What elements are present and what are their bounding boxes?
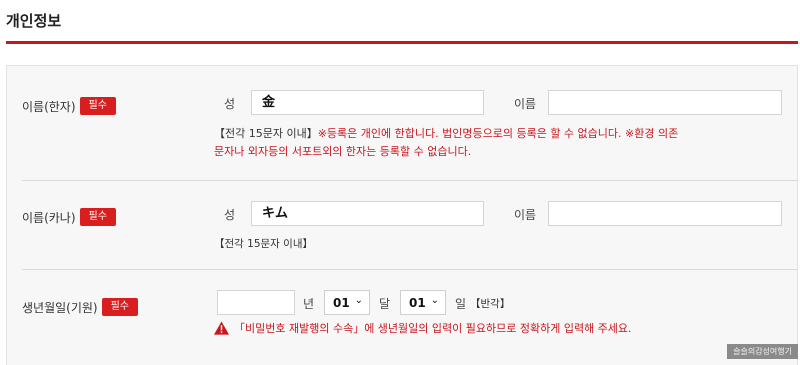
hanja-hint-warning-line2: 문자나 외자등의 서포트외의 한자는 등록할 수 없습니다. xyxy=(214,145,472,158)
hanja-given-label: 이름 xyxy=(514,97,537,111)
page-title: 개인정보 xyxy=(6,12,62,30)
birth-month-select[interactable]: 01 ⌄ xyxy=(324,290,370,315)
hanja-surname-input[interactable]: 金 xyxy=(251,90,484,115)
row-divider xyxy=(22,269,797,270)
birth-date-label-text: 생년월일(기원) xyxy=(22,300,98,315)
day-unit: 일 xyxy=(455,297,467,311)
required-badge: 필수 xyxy=(79,208,116,226)
row-divider xyxy=(22,180,797,181)
birth-date-label: 생년월일(기원) 필수 xyxy=(22,298,139,316)
kana-name-label-text: 이름(카나) xyxy=(22,210,76,225)
hanja-hint-prefix: 【전각 15문자 이내】 xyxy=(214,127,318,140)
chevron-down-icon: ⌄ xyxy=(354,295,363,306)
hanja-name-label-text: 이름(한자) xyxy=(22,99,76,114)
hanja-name-label: 이름(한자) 필수 xyxy=(22,97,116,115)
day-note: 【반각】 xyxy=(470,298,511,310)
kana-given-input[interactable] xyxy=(548,201,782,226)
required-badge: 필수 xyxy=(79,97,116,115)
birth-day-select[interactable]: 01 ⌄ xyxy=(400,290,446,315)
kana-name-label: 이름(카나) 필수 xyxy=(22,208,116,226)
hanja-surname-label: 성 xyxy=(224,97,236,111)
hanja-hint: 【전각 15문자 이내】※등록은 개인에 한합니다. 법인명등으로의 등록은 할… xyxy=(214,125,794,161)
birth-date-alert: 「비밀번호 재발행의 수속」에 생년월일의 입력이 필요하므로 정확하게 입력해… xyxy=(214,320,632,336)
birth-month-value: 01 xyxy=(333,295,350,310)
hanja-given-input[interactable] xyxy=(548,90,782,115)
title-divider xyxy=(6,41,798,44)
birth-day-value: 01 xyxy=(409,295,426,310)
kana-surname-input[interactable]: キム xyxy=(251,201,484,226)
birth-date-alert-text: 「비밀번호 재발행의 수속」에 생년월일의 입력이 필요하므로 정확하게 입력해… xyxy=(234,322,632,335)
kana-hint: 【전각 15문자 이내】 xyxy=(214,238,313,250)
kana-given-label: 이름 xyxy=(514,208,537,222)
hanja-hint-warning-line1: ※등록은 개인에 한합니다. 법인명등으로의 등록은 할 수 없습니다. ※환경… xyxy=(317,127,679,140)
year-unit: 년 xyxy=(303,297,315,311)
kana-surname-label: 성 xyxy=(224,208,236,222)
watermark: 슬슬의감성여행기 xyxy=(727,344,798,359)
warning-icon xyxy=(214,321,229,335)
birth-year-input[interactable] xyxy=(217,290,295,315)
chevron-down-icon: ⌄ xyxy=(430,295,439,306)
month-unit: 달 xyxy=(379,297,391,311)
required-badge: 필수 xyxy=(101,298,139,316)
